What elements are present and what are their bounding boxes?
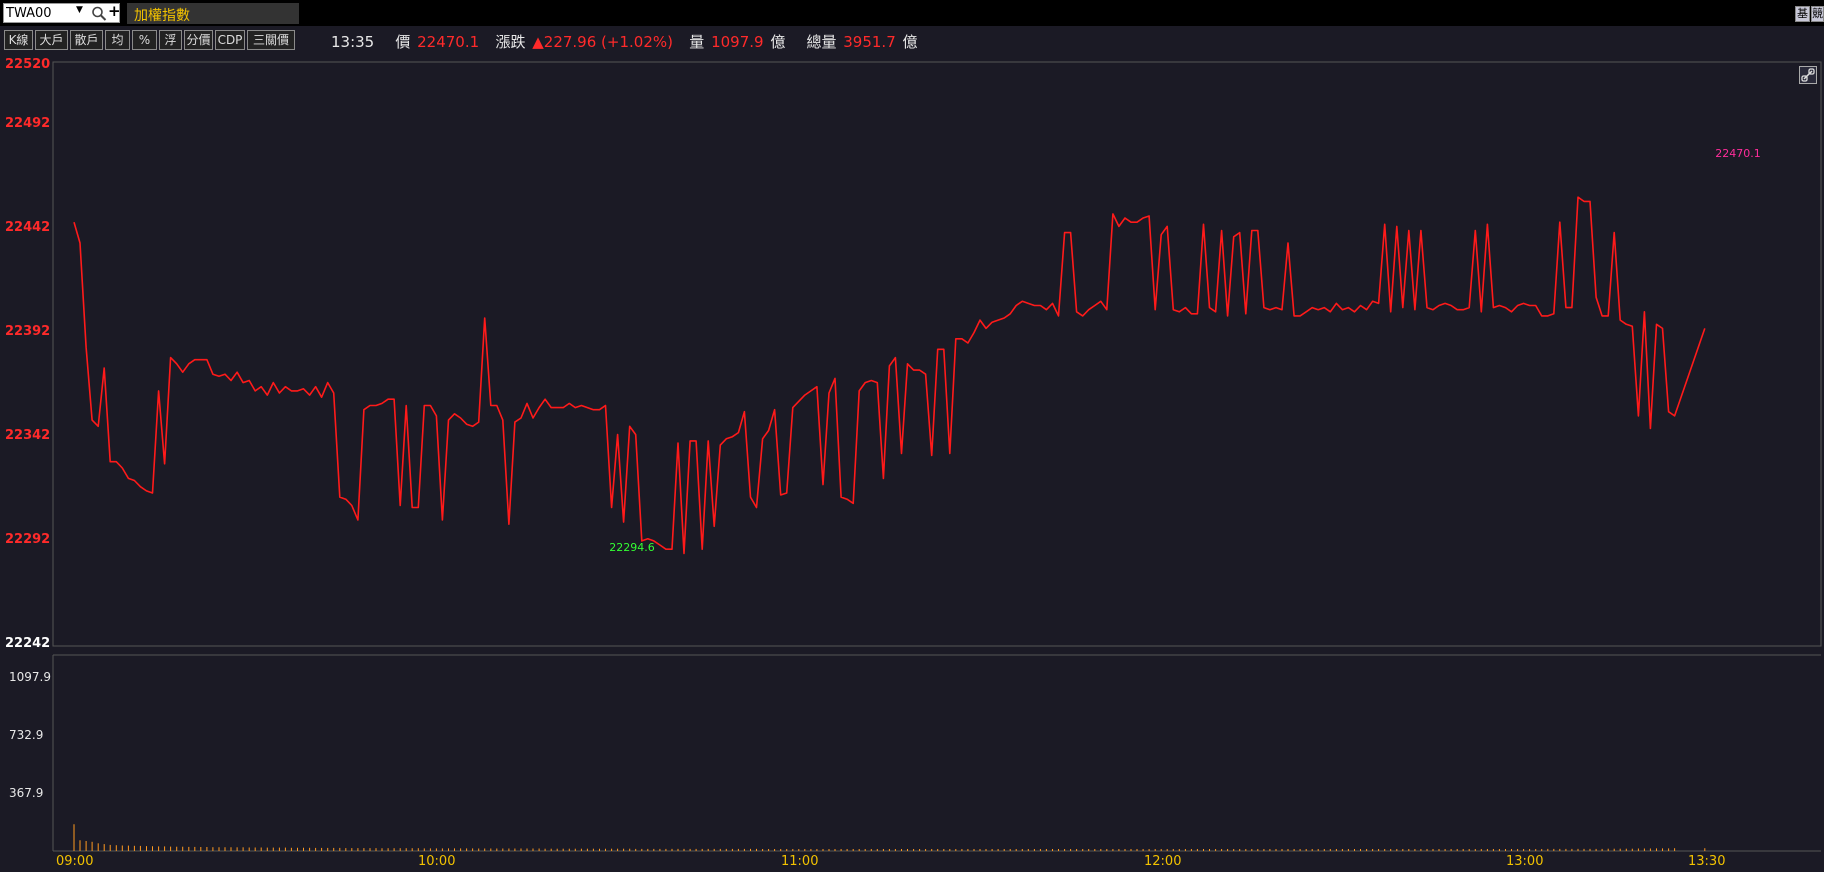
volume-bars xyxy=(73,824,1706,851)
intraday-chart: 22294.6 22470.1 xyxy=(52,61,1822,852)
price-line xyxy=(73,196,1706,555)
low-price-label: 22294.6 xyxy=(609,541,655,554)
link-icon[interactable] xyxy=(1799,66,1817,84)
last-price-label: 22470.1 xyxy=(1715,147,1761,160)
